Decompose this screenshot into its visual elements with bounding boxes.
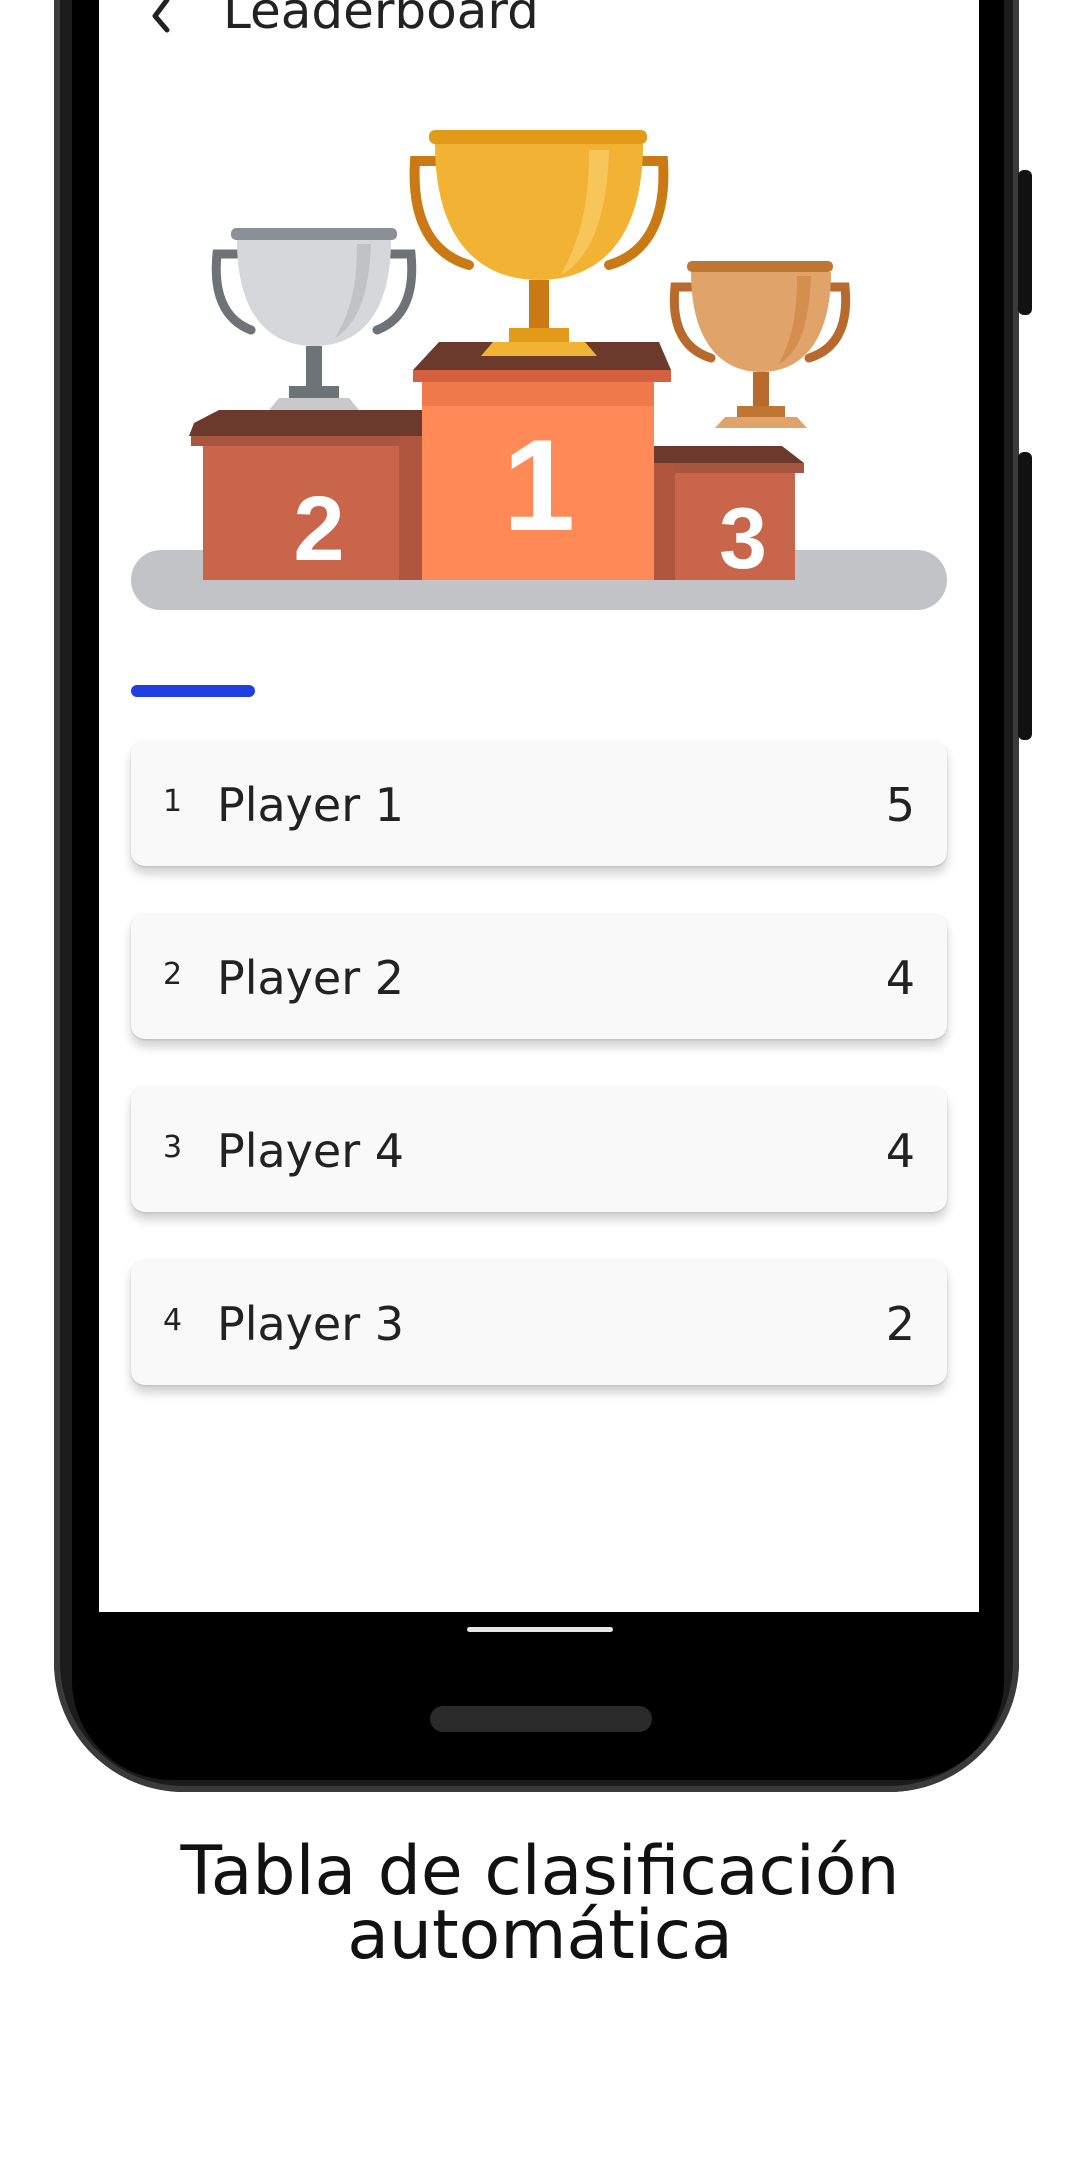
list-item[interactable]: 3 Player 4 4 — [131, 1086, 947, 1212]
rank-number: 2 — [163, 957, 183, 992]
podium-second-label: 2 — [293, 478, 344, 580]
list-item[interactable]: 4 Player 3 2 — [131, 1259, 947, 1385]
player-name: Player 3 — [217, 1297, 405, 1351]
silver-trophy-icon — [211, 228, 417, 410]
podium-third: 3 — [654, 446, 804, 587]
caption-line-2: automática — [347, 1896, 733, 1975]
player-name: Player 4 — [217, 1124, 405, 1178]
list-item[interactable]: 1 Player 1 5 — [131, 740, 947, 866]
chevron-left-icon[interactable] — [141, 0, 181, 40]
phone-power-button — [1018, 452, 1032, 740]
bronze-trophy-icon — [669, 261, 851, 428]
player-score: 5 — [885, 778, 915, 832]
rank-number: 3 — [163, 1130, 183, 1165]
podium-third-label: 3 — [719, 491, 767, 587]
podium-first-label: 1 — [503, 412, 575, 558]
phone-speaker — [430, 1706, 652, 1732]
rank-number: 1 — [163, 784, 183, 819]
list-item[interactable]: 2 Player 2 4 — [131, 913, 947, 1039]
tab-indicator — [131, 685, 255, 697]
app-screen: Leaderboard 2 3 1 1 Player 1 5 2 Player … — [99, 0, 979, 1612]
podium-second: 2 — [189, 410, 422, 580]
caption-line-1: Tabla de clasificación — [180, 1832, 900, 1911]
phone-volume-button — [1018, 170, 1032, 315]
gold-trophy-icon — [409, 130, 669, 356]
player-name: Player 2 — [217, 951, 405, 1005]
podium-first: 1 — [413, 342, 671, 580]
player-score: 4 — [885, 1124, 915, 1178]
player-score: 2 — [885, 1297, 915, 1351]
rank-number: 4 — [163, 1303, 183, 1338]
podium-illustration: 2 3 1 — [131, 130, 947, 610]
page-title: Leaderboard — [223, 0, 539, 40]
player-name: Player 1 — [217, 778, 405, 832]
player-score: 4 — [885, 951, 915, 1005]
app-bar: Leaderboard — [99, 0, 979, 50]
home-indicator[interactable] — [467, 1627, 613, 1632]
caption: Tabla de clasificación automática — [0, 1832, 1080, 1975]
